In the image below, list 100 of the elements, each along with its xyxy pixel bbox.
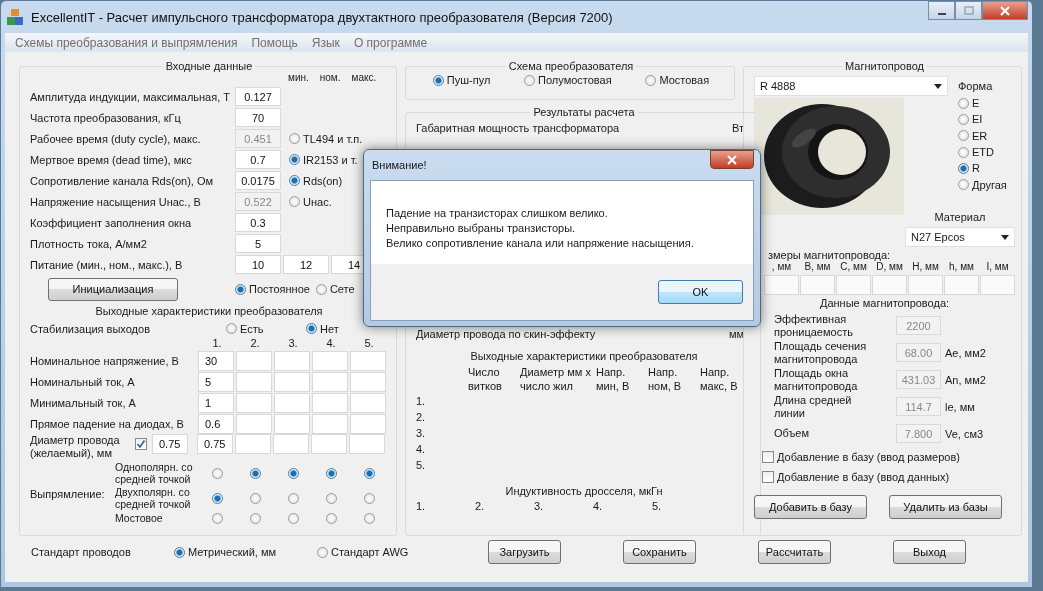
- radio-option[interactable]: Метрический, мм: [174, 546, 317, 558]
- input-field[interactable]: [274, 371, 310, 392]
- input-field[interactable]: [235, 434, 271, 454]
- radio-option[interactable]: Сете: [315, 283, 355, 295]
- radio-option[interactable]: Другая: [958, 176, 1007, 193]
- input-field[interactable]: [273, 434, 309, 454]
- menu-item[interactable]: Схемы преобразования и выпрямления: [15, 35, 238, 50]
- input-field[interactable]: [944, 275, 979, 295]
- radio-option[interactable]: E: [958, 95, 1007, 112]
- input-field[interactable]: [236, 371, 272, 392]
- radio-button[interactable]: [287, 492, 299, 504]
- radio-option[interactable]: R: [958, 160, 1007, 177]
- input-field[interactable]: [350, 413, 386, 434]
- input-field[interactable]: [274, 392, 310, 413]
- radio-button[interactable]: [249, 492, 261, 504]
- field-label: Материал: [933, 211, 987, 223]
- radio-option[interactable]: Мостовая: [645, 74, 710, 86]
- menu-item[interactable]: О программе: [353, 35, 428, 50]
- radio-option[interactable]: Rds(on): [289, 174, 343, 187]
- input-field[interactable]: 0.0175: [235, 171, 281, 190]
- radio-button[interactable]: [287, 467, 299, 479]
- core-dropdown[interactable]: R 4888: [754, 76, 948, 96]
- input-field[interactable]: [236, 413, 272, 434]
- material-dropdown[interactable]: N27 Epcos: [905, 227, 1015, 247]
- radio-button[interactable]: [211, 512, 223, 524]
- input-field[interactable]: [908, 275, 943, 295]
- input-field[interactable]: [312, 413, 348, 434]
- radio-option[interactable]: ETD: [958, 143, 1007, 161]
- radio-button[interactable]: [287, 512, 299, 524]
- radio-button[interactable]: [363, 492, 375, 504]
- input-field[interactable]: [312, 392, 348, 413]
- result-label: Габаритная мощность трансформатора: [416, 122, 620, 134]
- radio-button[interactable]: [249, 512, 261, 524]
- menu-item[interactable]: Язык: [311, 35, 340, 50]
- radio-button[interactable]: [325, 492, 337, 504]
- radio-option[interactable]: EI: [958, 111, 1007, 128]
- radio-option[interactable]: Полумостовая: [524, 74, 612, 86]
- radio-button[interactable]: [325, 467, 337, 479]
- input-field[interactable]: 0.3: [235, 213, 281, 232]
- unit-label: An, мм2: [945, 373, 986, 386]
- radio-button[interactable]: [363, 467, 375, 479]
- radio-option[interactable]: Нет: [306, 322, 386, 335]
- init-button[interactable]: Инициализация: [48, 277, 178, 301]
- radio-option[interactable]: Постоянное: [235, 283, 310, 295]
- minimize-button[interactable]: [928, 1, 955, 20]
- input-field[interactable]: [274, 413, 310, 434]
- radio-option[interactable]: ER: [958, 127, 1007, 144]
- input-field[interactable]: [311, 434, 347, 454]
- button[interactable]: Удалить из базы: [889, 495, 1002, 519]
- radio-button[interactable]: [211, 467, 223, 479]
- checkbox[interactable]: Добавление в базу (ввод размеров): [762, 447, 1015, 467]
- radio-button[interactable]: [249, 467, 261, 479]
- radio-button[interactable]: [325, 512, 337, 524]
- input-field[interactable]: [236, 350, 272, 371]
- input-field[interactable]: 70: [235, 108, 281, 127]
- input-field[interactable]: [980, 275, 1015, 295]
- input-field[interactable]: [349, 434, 385, 454]
- menu-item[interactable]: Помощь: [251, 35, 298, 50]
- group-title: Схема преобразователя: [507, 60, 635, 72]
- input-field[interactable]: [350, 392, 386, 413]
- input-field[interactable]: [350, 371, 386, 392]
- button[interactable]: Добавить в базу: [754, 495, 867, 519]
- input-field[interactable]: [312, 350, 348, 371]
- input-field[interactable]: 0.75: [197, 434, 233, 454]
- input-field[interactable]: 5: [198, 371, 234, 392]
- input-field[interactable]: 0.75: [152, 434, 188, 454]
- input-field[interactable]: 10: [235, 255, 281, 274]
- column-header: I, мм: [985, 261, 1010, 274]
- radio-option[interactable]: Стандарт AWG: [317, 546, 460, 558]
- radio-option[interactable]: Пуш-пул: [432, 74, 491, 86]
- input-field[interactable]: 0.127: [235, 87, 281, 106]
- close-button[interactable]: [710, 150, 754, 169]
- field-label: Амплитуда индукции, максимальная, Т: [30, 90, 232, 103]
- button[interactable]: Сохранить: [623, 540, 696, 564]
- close-button[interactable]: [982, 1, 1028, 20]
- checkbox[interactable]: Добавление в базу (ввод данных): [762, 467, 1015, 487]
- input-field[interactable]: [274, 350, 310, 371]
- input-field[interactable]: [836, 275, 871, 295]
- radio-button[interactable]: [363, 512, 375, 524]
- button[interactable]: Выход: [893, 540, 966, 564]
- input-field[interactable]: [800, 275, 835, 295]
- checkbox[interactable]: [135, 438, 147, 450]
- input-field[interactable]: 30: [198, 350, 234, 371]
- input-field[interactable]: 0.6: [198, 413, 234, 434]
- ok-button[interactable]: OK: [658, 280, 743, 304]
- input-field[interactable]: [312, 371, 348, 392]
- field-label: Мертвое время (dead time), мкс: [30, 153, 193, 166]
- radio-option[interactable]: IR2153 и т.: [289, 153, 358, 166]
- input-field[interactable]: 0.7: [235, 150, 281, 169]
- input-field[interactable]: 12: [283, 255, 329, 274]
- input-field[interactable]: 5: [235, 234, 281, 253]
- button[interactable]: Рассчитать: [758, 540, 831, 564]
- input-field[interactable]: 1: [198, 392, 234, 413]
- button[interactable]: Загрузить: [488, 540, 561, 564]
- input-field[interactable]: [236, 392, 272, 413]
- input-field[interactable]: [350, 350, 386, 371]
- radio-option[interactable]: Есть: [226, 322, 306, 335]
- radio-button[interactable]: [211, 492, 223, 504]
- input-field[interactable]: [872, 275, 907, 295]
- input-field[interactable]: [764, 275, 799, 295]
